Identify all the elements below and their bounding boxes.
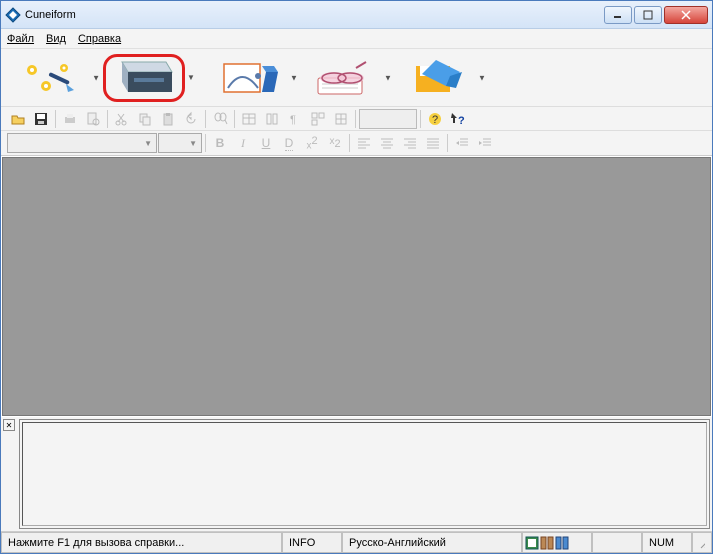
subscript-button[interactable]: x2 (324, 133, 346, 153)
save-button[interactable] (30, 109, 52, 129)
help-button[interactable]: ? (424, 109, 446, 129)
font-size-combo[interactable]: ▼ (158, 133, 202, 153)
chevron-down-icon[interactable]: ▼ (92, 73, 100, 82)
status-hint: Нажмите F1 для вызова справки... (1, 532, 282, 553)
status-numlock: NUM (642, 532, 692, 553)
find-button[interactable] (209, 109, 231, 129)
view-mode-1-icon[interactable] (525, 536, 539, 550)
status-blank (592, 532, 642, 553)
svg-text:¶: ¶ (290, 114, 296, 126)
window-title: Cuneiform (25, 9, 76, 21)
view-mode-2-icon[interactable] (540, 536, 554, 550)
menubar: Файл Вид Справка (1, 29, 712, 49)
view-mode-3-icon[interactable] (555, 536, 569, 550)
statusbar: Нажмите F1 для вызова справки... INFO Ру… (1, 531, 712, 553)
close-button[interactable] (664, 6, 708, 24)
maximize-button[interactable] (634, 6, 662, 24)
font-name-combo[interactable]: ▼ (7, 133, 157, 153)
wizard-button[interactable]: ▼ (9, 54, 91, 102)
main-toolbar: ▼ ▼ (1, 49, 712, 107)
svg-text:?: ? (432, 114, 438, 126)
column-button[interactable] (261, 109, 283, 129)
menu-view[interactable]: Вид (46, 33, 66, 45)
grid-button[interactable] (330, 109, 352, 129)
chevron-down-icon[interactable]: ▼ (384, 73, 392, 82)
scan-button[interactable] (103, 54, 185, 102)
copy-button[interactable] (134, 109, 156, 129)
align-center-button[interactable] (376, 133, 398, 153)
app-icon (5, 7, 21, 23)
table-button[interactable] (238, 109, 260, 129)
align-left-button[interactable] (353, 133, 375, 153)
bottom-pane: ✕ (1, 417, 712, 531)
standard-toolbar: ¶ ? ? (1, 107, 712, 131)
paragraph-button[interactable]: ¶ (284, 109, 306, 129)
boxes-button[interactable] (307, 109, 329, 129)
cut-button[interactable] (111, 109, 133, 129)
italic-button[interactable]: I (232, 133, 254, 153)
zoom-combo[interactable] (359, 109, 417, 129)
open-button[interactable] (7, 109, 29, 129)
menu-file[interactable]: Файл (7, 33, 34, 45)
indent-increase-button[interactable] (474, 133, 496, 153)
chevron-down-icon[interactable]: ▼ (290, 73, 298, 82)
undo-button[interactable] (180, 109, 202, 129)
recognize-button[interactable]: ▼ (207, 54, 289, 102)
paste-button[interactable] (157, 109, 179, 129)
workspace-area (2, 157, 711, 416)
superscript-button[interactable]: x2 (301, 133, 323, 153)
chevron-down-icon[interactable]: ▼ (187, 73, 195, 82)
status-language: Русско-Английский (342, 532, 522, 553)
dotted-underline-button[interactable]: D (278, 133, 300, 153)
status-grip (692, 532, 712, 553)
align-justify-button[interactable] (422, 133, 444, 153)
spellcheck-button[interactable]: ▼ (301, 54, 383, 102)
pane-close-button[interactable]: ✕ (3, 419, 15, 431)
chevron-down-icon[interactable]: ▼ (478, 73, 486, 82)
menu-help[interactable]: Справка (78, 33, 121, 45)
status-info: INFO (282, 532, 342, 553)
format-toolbar: ▼ ▼ B I U D x2 x2 (1, 131, 712, 156)
status-view-icons (522, 532, 592, 553)
minimize-button[interactable] (604, 6, 632, 24)
context-help-button[interactable]: ? (447, 109, 469, 129)
bold-button[interactable]: B (209, 133, 231, 153)
print-button[interactable] (59, 109, 81, 129)
align-right-button[interactable] (399, 133, 421, 153)
titlebar: Cuneiform (1, 1, 712, 29)
app-window: Cuneiform Файл Вид Справка ▼ (0, 0, 713, 554)
svg-text:?: ? (458, 115, 465, 127)
underline-button[interactable]: U (255, 133, 277, 153)
save-results-button[interactable]: ▼ (395, 54, 477, 102)
print-preview-button[interactable] (82, 109, 104, 129)
output-pane (19, 419, 710, 529)
indent-decrease-button[interactable] (451, 133, 473, 153)
